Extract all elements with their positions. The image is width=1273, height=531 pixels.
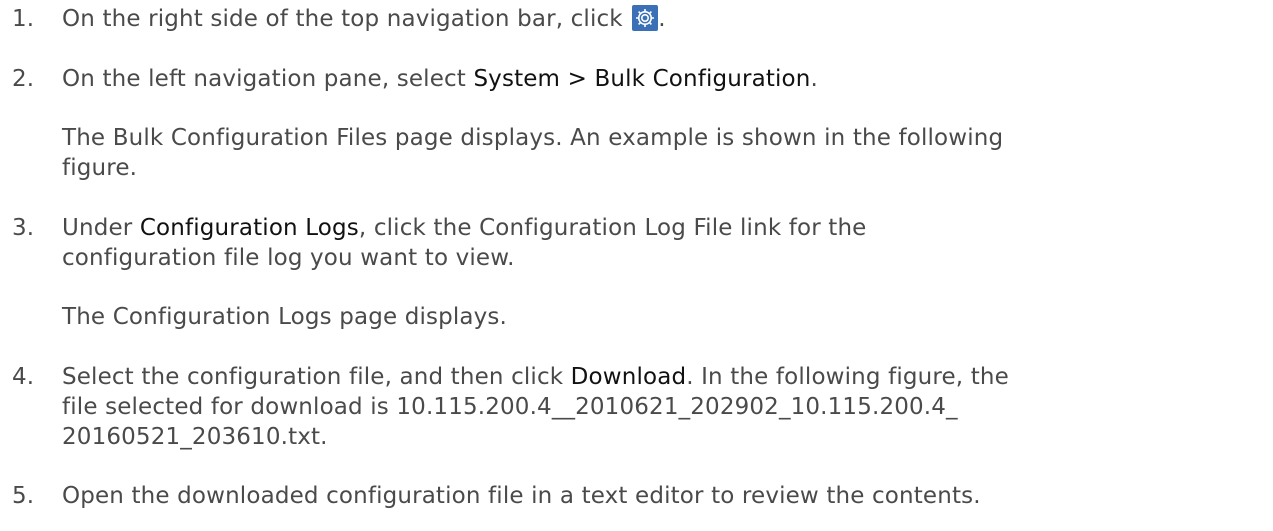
step-3-line-2: configuration file log you want to view. (62, 245, 515, 271)
step-text: Select the configuration file, and then … (62, 364, 1009, 390)
step-number: 5. (12, 483, 35, 509)
step-4-line-3: 20160521_203610.txt. (62, 424, 328, 450)
step-number: 4. (12, 364, 35, 390)
step-3-note: The Configuration Logs page displays. (62, 304, 508, 330)
step-number: 2. (12, 66, 35, 92)
gear-icon (632, 5, 659, 31)
step-4-line-2: file selected for download is 10.115.200… (62, 394, 958, 420)
instructions-document: 1. On the right side of the top navigati… (0, 0, 1273, 531)
step-number: 1. (12, 6, 35, 32)
step-text: Under Configuration Logs, click the Conf… (62, 215, 867, 241)
step-2-note-line-2: figure. (62, 155, 138, 181)
step-text: On the left navigation pane, select Syst… (62, 66, 818, 92)
step-number: 3. (12, 215, 35, 241)
step-text: Open the downloaded configuration file i… (62, 483, 981, 509)
section-name: Configuration Logs (139, 215, 359, 241)
step-2-note-line-1: The Bulk Configuration Files page displa… (62, 125, 1004, 151)
menu-path: System > Bulk Configuration (473, 66, 811, 92)
step-text: On the right side of the top navigation … (62, 5, 666, 32)
button-name: Download (570, 364, 687, 390)
